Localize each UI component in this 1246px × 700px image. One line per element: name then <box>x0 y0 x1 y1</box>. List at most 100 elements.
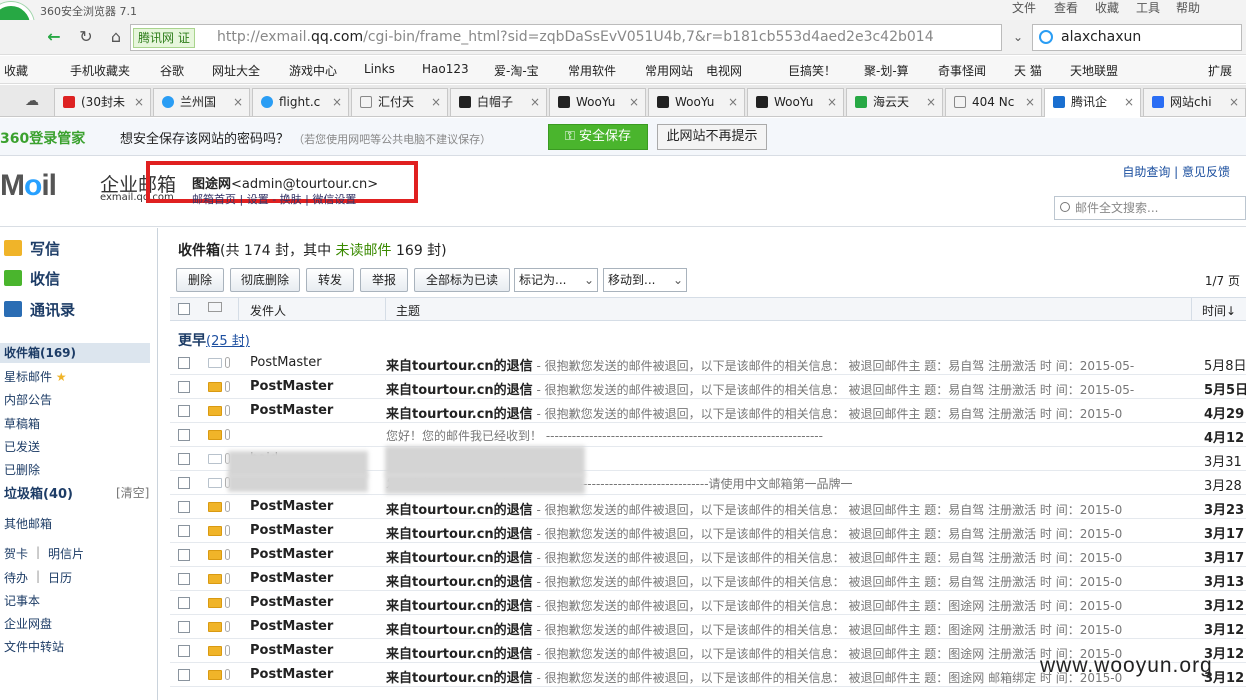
menu-help[interactable]: 帮助 <box>1176 0 1200 16</box>
menu-tools[interactable]: 工具 <box>1136 0 1160 16</box>
folder-spam[interactable]: 垃圾箱(40) <box>4 483 73 502</box>
save-password-button[interactable]: ⚿ 安全保存 <box>548 124 648 150</box>
bookmark-item[interactable]: Links <box>364 62 395 76</box>
bookmark-item[interactable]: 手机收藏夹 <box>70 62 130 79</box>
row-checkbox[interactable] <box>178 597 190 609</box>
cloud-icon[interactable]: ☁ <box>22 91 42 111</box>
bookmark-item[interactable]: 巨搞笑！ <box>788 62 836 79</box>
browser-tab[interactable]: 白帽子 × <box>450 88 547 116</box>
forward-button[interactable]: 转发 <box>306 268 354 292</box>
mail-row[interactable]: PostMaster 来自tourtour.cn的退信 - 很抱歉您发送的邮件被退… <box>170 375 1246 399</box>
row-checkbox[interactable] <box>178 453 190 465</box>
mail-row[interactable]: 您好！您的邮件我已经收到！ --------------------------… <box>170 423 1246 447</box>
row-checkbox[interactable] <box>178 549 190 561</box>
compose-link[interactable]: 写信 <box>4 238 60 259</box>
browser-tab[interactable]: 网站chi × <box>1143 88 1246 116</box>
browser-tab[interactable]: (30封未 × <box>54 88 151 116</box>
postcards[interactable]: 明信片 <box>48 545 84 562</box>
folder-inbox[interactable]: 收件箱(169) <box>0 343 150 363</box>
bookmark-item[interactable]: 奇事怪闻 <box>938 62 986 79</box>
contacts-link[interactable]: 通讯录 <box>4 299 75 320</box>
mail-row[interactable]: PostMaster 来自tourtour.cn的退信 - 很抱歉您发送的邮件被退… <box>170 615 1246 639</box>
row-checkbox[interactable] <box>178 621 190 633</box>
delete-button[interactable]: 删除 <box>176 268 224 292</box>
site-cert-badge[interactable]: 腾讯网 证 <box>133 28 195 48</box>
search-field[interactable]: alaxchaxun <box>1032 24 1242 51</box>
bookmark-item[interactable]: 游戏中心 <box>289 62 337 79</box>
bookmark-item[interactable]: 爱-淘-宝 <box>494 62 539 79</box>
menu-view[interactable]: 查看 <box>1054 0 1078 16</box>
bookmark-item[interactable]: 天 猫 <box>1014 62 1042 79</box>
browser-tab[interactable]: 汇付天 × <box>351 88 448 116</box>
mail-row[interactable]: PostMaster 来自tourtour.cn的退信 - 很抱歉您发送的邮件被退… <box>170 519 1246 543</box>
row-checkbox[interactable] <box>178 357 190 369</box>
menu-file[interactable]: 文件 <box>1012 0 1036 16</box>
browser-tab-active[interactable]: 腾讯企 × <box>1044 88 1141 117</box>
bookmarks-label[interactable]: 收藏 <box>4 62 28 79</box>
report-button[interactable]: 举报 <box>360 268 408 292</box>
row-checkbox[interactable] <box>178 525 190 537</box>
move-to-select[interactable]: 移动到... ⌄ <box>603 268 687 292</box>
clear-spam-link[interactable]: [清空] <box>116 484 149 501</box>
never-remind-button[interactable]: 此网站不再提示 <box>657 124 767 150</box>
browser-tab[interactable]: WooYu × <box>648 88 745 116</box>
col-time[interactable]: 时间↓ <box>1202 302 1236 319</box>
col-subject[interactable]: 主题 <box>396 302 420 319</box>
row-checkbox[interactable] <box>178 405 190 417</box>
refresh-icon[interactable]: ↻ <box>76 27 96 47</box>
browser-tab[interactable]: 404 Nc × <box>945 88 1042 116</box>
mail-row[interactable]: PostMaster 来自tourtour.cn的退信 - 很抱歉您发送的邮件被退… <box>170 567 1246 591</box>
bookmark-item[interactable]: 电视网 <box>706 62 742 79</box>
col-from[interactable]: 发件人 <box>250 302 286 319</box>
file-transfer[interactable]: 文件中转站 <box>4 638 64 655</box>
pager[interactable]: 1/7 页 <box>1205 272 1240 289</box>
calendar[interactable]: 日历 <box>48 569 72 586</box>
url-field[interactable]: 腾讯网 证 http://exmail.qq.com/cgi-bin/frame… <box>130 24 1002 51</box>
row-checkbox[interactable] <box>178 477 190 489</box>
mail-row[interactable]: PostMaster 来自tourtour.cn的退信 - 很抱歉您发送的邮件被退… <box>170 495 1246 519</box>
back-arrow-icon[interactable]: ← <box>44 27 64 47</box>
notepad[interactable]: 记事本 <box>4 592 40 609</box>
folder-sent[interactable]: 已发送 <box>4 438 40 455</box>
row-checkbox[interactable] <box>178 501 190 513</box>
mail-row[interactable]: PostMaster 来自tourtour.cn的退信 - 很抱歉您发送的邮件被退… <box>170 351 1246 375</box>
home-icon[interactable]: ⌂ <box>106 27 126 47</box>
bookmark-item[interactable]: 网址大全 <box>212 62 260 79</box>
folder-drafts[interactable]: 草稿箱 <box>4 415 40 432</box>
help-links[interactable]: 自助查询 | 意见反馈 <box>1122 163 1230 180</box>
todo[interactable]: 待办 <box>4 569 28 586</box>
row-checkbox[interactable] <box>178 573 190 585</box>
mark-as-select[interactable]: 标记为... ⌄ <box>514 268 598 292</box>
folder-deleted[interactable]: 已删除 <box>4 461 40 478</box>
mail-search-input[interactable]: 邮件全文搜索... <box>1054 196 1246 220</box>
bookmark-item[interactable]: 常用网站 <box>645 62 693 79</box>
bookmark-item[interactable]: Hao123 <box>422 62 469 76</box>
row-checkbox[interactable] <box>178 645 190 657</box>
bookmark-item[interactable]: 常用软件 <box>568 62 616 79</box>
account-links[interactable]: 邮箱首页 | 设置 - 换肤 | 微信设置 <box>192 191 356 207</box>
mail-row[interactable]: PostMaster 来自tourtour.cn的退信 - 很抱歉您发送的邮件被退… <box>170 399 1246 423</box>
mark-all-read-button[interactable]: 全部标为已读 <box>414 268 510 292</box>
browser-tab[interactable]: WooYu × <box>549 88 646 116</box>
browser-tab[interactable]: 兰州国 × <box>153 88 250 116</box>
extensions-button[interactable]: 扩展 <box>1208 62 1232 79</box>
browser-tab[interactable]: flight.c × <box>252 88 349 116</box>
bookmark-item[interactable]: 聚-划-算 <box>864 62 909 79</box>
receive-link[interactable]: 收信 <box>4 268 60 289</box>
other-mailboxes[interactable]: 其他邮箱 <box>4 515 52 532</box>
menu-favorites[interactable]: 收藏 <box>1095 0 1119 16</box>
folder-starred[interactable]: 星标邮件 ★ <box>4 368 67 385</box>
row-checkbox[interactable] <box>178 381 190 393</box>
greeting-cards[interactable]: 贺卡 <box>4 545 28 562</box>
netdisk[interactable]: 企业网盘 <box>4 615 52 632</box>
mail-row[interactable]: PostMaster 来自tourtour.cn的退信 - 很抱歉您发送的邮件被退… <box>170 543 1246 567</box>
row-checkbox[interactable] <box>178 669 190 681</box>
mail-row[interactable]: PostMaster 来自tourtour.cn的退信 - 很抱歉您发送的邮件被退… <box>170 591 1246 615</box>
url-dropdown-icon[interactable]: ⌄ <box>1008 27 1028 47</box>
browser-tab[interactable]: WooYu × <box>747 88 844 116</box>
select-all-checkbox[interactable] <box>178 303 190 315</box>
purge-button[interactable]: 彻底删除 <box>230 268 300 292</box>
browser-tab[interactable]: 海云天 × <box>846 88 943 116</box>
bookmark-item[interactable]: 谷歌 <box>160 62 184 79</box>
row-checkbox[interactable] <box>178 429 190 441</box>
